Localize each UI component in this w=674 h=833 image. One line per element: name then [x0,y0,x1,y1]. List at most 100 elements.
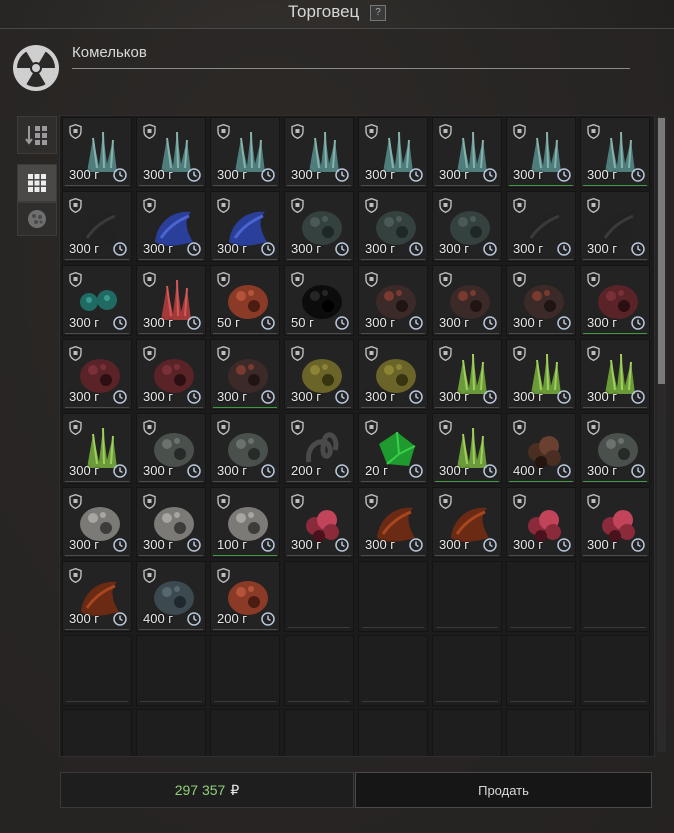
empty-slot[interactable] [358,635,428,706]
inventory-item[interactable]: 400 г [136,561,206,632]
inventory-item[interactable]: 300 г [62,265,132,336]
clock-icon [483,390,497,404]
item-price: 300 г [587,167,618,182]
inventory-item[interactable]: 300 г [506,117,576,188]
empty-slot[interactable] [580,561,650,632]
inventory-item[interactable]: 300 г [358,265,428,336]
inventory-item[interactable]: 300 г [358,487,428,558]
inventory-item[interactable]: 300 г [506,265,576,336]
empty-slot[interactable] [284,561,354,632]
inventory-item[interactable]: 300 г [580,265,650,336]
inventory-item[interactable]: 400 г [506,413,576,484]
empty-slot[interactable] [136,635,206,706]
empty-slot[interactable] [136,709,206,756]
clock-icon [557,538,571,552]
empty-slot[interactable] [62,635,132,706]
inventory-item[interactable]: 300 г [506,487,576,558]
scrollbar-thumb[interactable] [658,118,665,384]
condition-bar [361,481,425,482]
inventory-item[interactable]: 300 г [432,487,502,558]
inventory-item[interactable]: 300 г [506,191,576,262]
inventory-item[interactable]: 300 г [432,339,502,410]
inventory-item[interactable]: 300 г [432,265,502,336]
inventory-item[interactable]: 300 г [210,191,280,262]
inventory-item[interactable]: 300 г [62,117,132,188]
inventory-item[interactable]: 300 г [62,191,132,262]
inventory-item[interactable]: 300 г [432,191,502,262]
inventory-item[interactable]: 300 г [136,191,206,262]
clock-icon [187,538,201,552]
condition-bar [287,555,351,556]
help-button[interactable]: ? [370,4,386,21]
inventory-item[interactable]: 200 г [210,561,280,632]
inventory-item[interactable]: 300 г [62,487,132,558]
inventory-item[interactable]: 300 г [136,487,206,558]
empty-slot[interactable] [432,561,502,632]
shield-icon [291,419,304,436]
inventory-item[interactable]: 300 г [284,191,354,262]
condition-bar [139,185,203,186]
scrollbar[interactable] [657,116,666,752]
inventory-item[interactable]: 300 г [580,413,650,484]
inventory-item[interactable]: 300 г [580,339,650,410]
empty-slot[interactable] [284,709,354,756]
inventory-item[interactable]: 300 г [62,561,132,632]
clock-icon [557,316,571,330]
item-price: 300 г [513,241,544,256]
inventory-item[interactable]: 300 г [136,265,206,336]
empty-slot[interactable] [506,561,576,632]
inventory-item[interactable]: 300 г [210,339,280,410]
inventory-item[interactable]: 300 г [62,339,132,410]
empty-slot[interactable] [210,709,280,756]
shield-icon [291,197,304,214]
artifact-filter-button[interactable] [17,202,57,236]
inventory-item[interactable]: 300 г [358,191,428,262]
inventory-item[interactable]: 300 г [284,339,354,410]
grid-view-button[interactable] [17,164,57,202]
shield-icon [143,345,156,362]
empty-slot[interactable] [358,561,428,632]
condition-bar [509,333,573,334]
shield-icon [217,493,230,510]
inventory-item[interactable]: 300 г [580,487,650,558]
sell-button[interactable]: Продать [355,772,652,808]
inventory-item[interactable]: 300 г [62,413,132,484]
empty-slot[interactable] [432,635,502,706]
clock-icon [557,168,571,182]
empty-slot[interactable] [358,709,428,756]
inventory-item[interactable]: 200 г [284,413,354,484]
inventory-item[interactable]: 300 г [580,191,650,262]
inventory-item[interactable]: 300 г [432,413,502,484]
empty-slot[interactable] [506,709,576,756]
inventory-item[interactable]: 300 г [136,117,206,188]
inventory-item[interactable]: 300 г [284,117,354,188]
inventory-item[interactable]: 300 г [210,117,280,188]
inventory-item[interactable]: 100 г [210,487,280,558]
empty-slot[interactable] [580,709,650,756]
inventory-item[interactable]: 300 г [136,339,206,410]
empty-slot[interactable] [210,635,280,706]
empty-slot[interactable] [580,635,650,706]
empty-slot[interactable] [284,635,354,706]
inventory-item[interactable]: 50 г [284,265,354,336]
shield-icon [69,419,82,436]
shield-icon [365,197,378,214]
empty-slot[interactable] [506,635,576,706]
inventory-item[interactable]: 300 г [506,339,576,410]
clock-icon [409,242,423,256]
inventory-item[interactable]: 300 г [136,413,206,484]
item-price: 300 г [143,389,174,404]
shield-icon [587,271,600,288]
inventory-item[interactable]: 50 г [210,265,280,336]
inventory-item[interactable]: 300 г [284,487,354,558]
inventory-item[interactable]: 20 г [358,413,428,484]
inventory-item[interactable]: 300 г [210,413,280,484]
inventory-item[interactable]: 300 г [358,339,428,410]
inventory-item[interactable]: 300 г [432,117,502,188]
empty-slot[interactable] [62,709,132,756]
inventory-item[interactable]: 300 г [580,117,650,188]
sort-button[interactable] [17,116,57,154]
empty-slot[interactable] [432,709,502,756]
inventory-item[interactable]: 300 г [358,117,428,188]
item-price: 300 г [587,463,618,478]
